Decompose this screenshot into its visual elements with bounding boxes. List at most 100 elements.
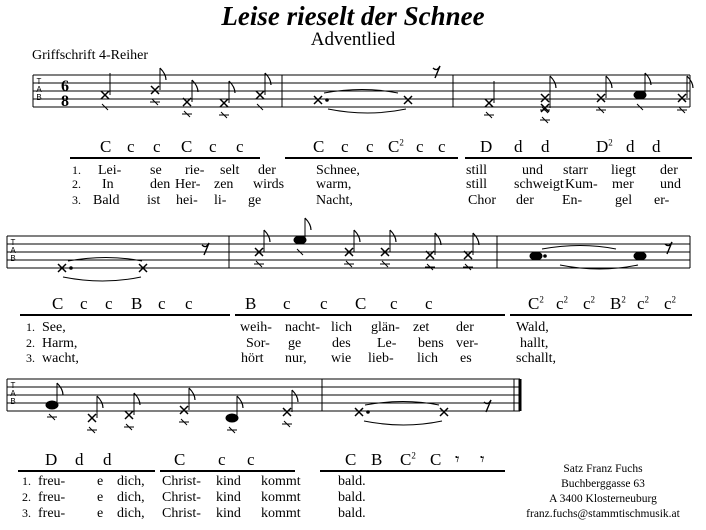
bass-symbol: C <box>355 294 366 314</box>
bass-symbol: c <box>158 294 166 314</box>
eighth-rest <box>432 65 441 79</box>
bass-letter: 𝄾 <box>455 450 460 469</box>
bass-letter: C <box>100 137 112 156</box>
lyric-syllable: Sor- <box>246 336 270 351</box>
bass-letter: B <box>245 294 257 313</box>
dot <box>69 266 73 270</box>
lyric-syllable: schallt, <box>516 351 557 366</box>
bass-letter: c <box>158 294 166 313</box>
bass-letter: C <box>174 450 186 469</box>
lyric-syllable: nur, <box>285 351 307 366</box>
bass-letter: c <box>283 294 291 313</box>
credits-block: Satz Franz Fuchs Buchberggasse 63 A 3400… <box>508 462 698 522</box>
bass-symbol: c2 <box>556 294 568 314</box>
credit-line: A 3400 Klosterneuburg <box>549 493 657 505</box>
lyric-syllable: Le- <box>377 336 397 351</box>
bass-letter: C <box>400 450 412 469</box>
bass-underline <box>285 157 458 159</box>
lyric-syllable: e <box>97 490 104 505</box>
bass-symbol: c <box>416 137 424 157</box>
bass-symbol: c2 <box>664 294 676 314</box>
lyric-syllable: Nacht, <box>316 193 353 208</box>
bass-letter: c <box>185 294 193 313</box>
tie <box>363 420 443 426</box>
bass-symbol: c <box>80 294 88 314</box>
lyric-syllable: wie <box>331 351 352 366</box>
bass-symbol: B2 <box>610 294 626 314</box>
lyric-syllable: Christ- <box>162 474 201 489</box>
lyric-syllable: ge <box>248 193 262 208</box>
tab-label: B <box>10 254 15 263</box>
lyric-syllable: ist <box>147 193 161 208</box>
lyric-syllable: still <box>466 177 488 192</box>
lyric-syllable: In <box>102 177 114 192</box>
bass-letter: c <box>425 294 433 313</box>
bass-superscript: 2 <box>644 294 650 305</box>
lyric-syllable: bens <box>418 336 444 351</box>
verse-number: 1. <box>22 474 31 488</box>
bass-symbol: c <box>425 294 433 314</box>
lyric-syllable: zet <box>413 320 430 335</box>
tie <box>62 276 142 282</box>
bass-symbol: c <box>283 294 291 314</box>
lyric-syllable: mer <box>612 177 634 192</box>
bass-letter: C <box>181 137 193 156</box>
lyric-syllable: dich, <box>117 506 145 521</box>
bass-symbol: D2 <box>596 137 613 157</box>
lyric-syllable: wacht, <box>42 351 79 366</box>
bass-underline <box>160 470 295 472</box>
bass-letter: d <box>75 450 84 469</box>
bass-superscript: 2 <box>539 294 544 305</box>
verse-number: 3. <box>22 506 31 520</box>
bass-symbol: C2 <box>528 294 544 314</box>
bass-letter: C <box>313 137 325 156</box>
bass-letter: B <box>371 450 383 469</box>
note-head <box>225 413 239 423</box>
bass-symbol: C <box>52 294 63 314</box>
lyric-syllable: En- <box>562 193 583 208</box>
bass-symbol: c <box>105 294 113 314</box>
lyric-syllable: bald. <box>338 490 366 505</box>
lyric-syllable: hei- <box>176 193 198 208</box>
lyric-syllable: kind <box>216 474 241 489</box>
bass-letter: c <box>209 137 217 156</box>
verse-number: 2. <box>72 177 81 191</box>
dot <box>543 254 547 258</box>
lyric-syllable: dich, <box>117 474 145 489</box>
lyric-syllable: lich <box>417 351 438 366</box>
bass-symbol: D <box>45 450 57 470</box>
lyric-syllable: See, <box>42 320 66 335</box>
lyric-syllable: weih- <box>240 320 272 335</box>
lyric-syllable: hört <box>241 351 264 366</box>
bass-symbol: d <box>514 137 523 157</box>
bass-letter: c <box>80 294 88 313</box>
bass-symbol: c <box>127 137 135 157</box>
bass-symbol: 𝄾 <box>480 450 485 470</box>
note-flag <box>96 395 104 409</box>
bass-letter: D <box>596 137 609 156</box>
bass-letter: c <box>127 137 135 156</box>
bass-letter: c <box>556 294 564 313</box>
bass-letter: c <box>637 294 645 313</box>
bass-letter: c <box>341 137 349 156</box>
bass-letter: D <box>480 137 493 156</box>
lyric-syllable: und <box>660 177 681 192</box>
lyric-syllable: freu- <box>38 506 66 521</box>
bass-underline <box>465 157 692 159</box>
lyric-syllable: lich <box>331 320 352 335</box>
bass-symbol: c <box>247 450 255 470</box>
tab-label: B <box>10 397 15 406</box>
lyric-syllable: Chor <box>468 193 496 208</box>
bass-symbol: D <box>480 137 492 157</box>
bass-letter: d <box>652 137 661 156</box>
bass-underline <box>320 470 505 472</box>
note-head <box>633 251 647 261</box>
bass-symbol: C <box>345 450 356 470</box>
bass-superscript: 2 <box>671 294 677 305</box>
lyric-syllable: wirds <box>253 177 285 192</box>
bass-letter: c <box>416 137 424 156</box>
lyric-syllable: kind <box>216 506 241 521</box>
note-flag <box>304 217 312 231</box>
lyric-syllable: lieb- <box>368 351 394 366</box>
lyric-syllable: Her- <box>175 177 201 192</box>
